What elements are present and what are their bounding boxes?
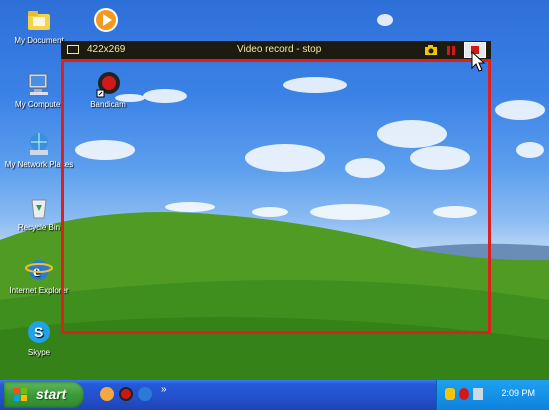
recycle-bin-glyph-icon	[25, 193, 53, 221]
tray-record-icon[interactable]	[459, 388, 469, 400]
quicklaunch-bandicam-icon[interactable]	[119, 387, 133, 401]
quicklaunch-ie-icon[interactable]	[138, 387, 152, 401]
my-documents-icon[interactable]: My Document	[4, 6, 74, 46]
computer-icon	[25, 70, 53, 98]
capture-size-label: 422x269	[87, 44, 126, 55]
pause-icon[interactable]	[446, 44, 456, 56]
taskbar: start » 2:09 PM	[0, 380, 549, 410]
windows-logo-icon	[14, 388, 27, 401]
skype-logo-icon: S	[25, 318, 53, 346]
camera-icon[interactable]	[424, 44, 438, 56]
bandicam-toolbar[interactable]: 422x269 Video record - stop	[61, 41, 491, 59]
system-tray: 2:09 PM	[436, 380, 549, 410]
play-circle-icon	[92, 6, 120, 34]
quicklaunch-expand-icon[interactable]: »	[161, 384, 167, 395]
tray-app-icon[interactable]	[445, 388, 455, 400]
start-button[interactable]: start	[4, 382, 84, 408]
ie-logo-icon: e	[25, 256, 53, 284]
recording-area-frame[interactable]	[61, 59, 491, 334]
svg-text:S: S	[34, 324, 43, 340]
clock[interactable]: 2:09 PM	[501, 388, 535, 398]
record-status-title: Video record - stop	[237, 44, 322, 55]
quicklaunch-browser-icon[interactable]	[100, 387, 114, 401]
tray-volume-icon[interactable]	[473, 388, 483, 400]
window-size-icon[interactable]	[67, 45, 79, 54]
mouse-cursor-icon	[471, 51, 486, 72]
media-player-icon[interactable]	[71, 6, 141, 36]
start-label: start	[36, 386, 67, 402]
folder-icon	[25, 6, 53, 34]
network-globe-icon	[25, 130, 53, 158]
desktop-icon-label: Skype	[27, 348, 51, 357]
